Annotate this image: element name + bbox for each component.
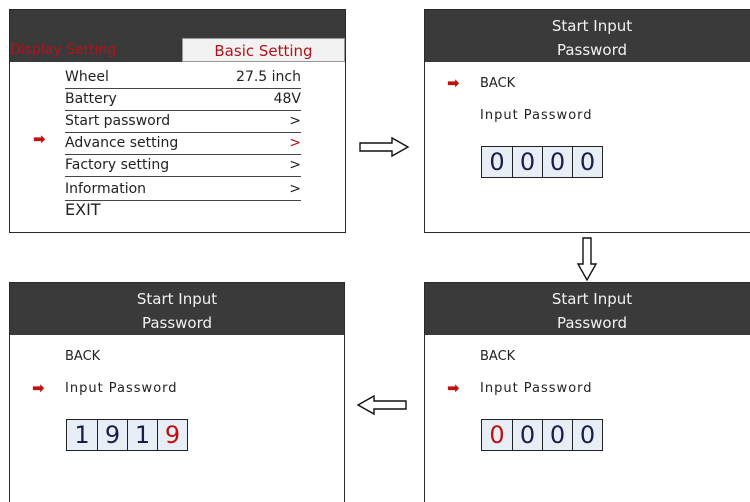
password-screen-editing: Start Input Password BACK ➡ Input Passwo… <box>424 282 750 502</box>
header-line-1: Start Input <box>551 17 633 35</box>
menu-row-label: Battery <box>65 91 117 107</box>
password-digit[interactable]: 0 <box>572 420 602 450</box>
flow-arrow-left-icon <box>356 394 407 416</box>
screen-header: Start Input Password <box>425 283 750 335</box>
exit-option[interactable]: EXIT <box>65 200 101 219</box>
header-line-1: Start Input <box>551 290 633 308</box>
flow-arrow-right-icon <box>359 136 410 158</box>
menu-row-value: > <box>289 113 301 129</box>
menu-row-factory-setting[interactable]: Factory setting > <box>65 154 301 177</box>
menu-row-label: Start password <box>65 113 171 129</box>
password-digit[interactable]: 0 <box>512 147 542 177</box>
password-screen-start: Start Input Password ➡ BACK Input Passwo… <box>424 9 750 233</box>
selection-arrow-icon: ➡ <box>33 130 46 148</box>
back-option[interactable]: BACK <box>480 76 515 91</box>
password-digits[interactable]: 0 0 0 0 <box>481 419 603 451</box>
selection-arrow-icon: ➡ <box>447 74 460 92</box>
header-line-2: Password <box>556 41 628 59</box>
tab-display-setting[interactable]: Display Setting <box>10 38 182 62</box>
tab-basic-setting[interactable]: Basic Setting <box>182 38 345 62</box>
menu-row-battery[interactable]: Battery 48V <box>65 88 301 111</box>
back-option[interactable]: BACK <box>65 349 100 364</box>
selection-arrow-icon: ➡ <box>32 379 45 397</box>
menu-row-value: > <box>289 157 301 173</box>
flow-arrow-down-icon <box>576 237 598 282</box>
menu-row-value: > <box>289 181 301 197</box>
title-bar <box>10 10 345 38</box>
input-password-option[interactable]: Input Password <box>480 381 593 396</box>
password-digit[interactable]: 1 <box>127 420 157 450</box>
password-digit[interactable]: 0 <box>482 147 512 177</box>
menu-row-information[interactable]: Information > <box>65 178 301 201</box>
password-digits[interactable]: 0 0 0 0 <box>481 146 603 178</box>
menu-row-label: Information <box>65 181 147 197</box>
basic-setting-screen: Display Setting Basic Setting Wheel 27.5… <box>9 9 346 233</box>
menu-row-value: > <box>289 135 301 151</box>
password-digit-active[interactable]: 0 <box>482 420 512 450</box>
menu-row-value: 27.5 inch <box>236 69 301 85</box>
screen-header: Start Input Password <box>10 283 344 335</box>
menu-row-label: Advance setting <box>65 135 179 151</box>
input-password-option[interactable]: Input Password <box>480 108 593 123</box>
menu-row-label: Wheel <box>65 69 109 85</box>
back-option[interactable]: BACK <box>480 349 515 364</box>
input-password-option[interactable]: Input Password <box>65 381 178 396</box>
password-digit[interactable]: 0 <box>542 147 572 177</box>
password-digit[interactable]: 9 <box>97 420 127 450</box>
password-digit[interactable]: 0 <box>542 420 572 450</box>
menu-row-value: 48V <box>273 91 301 107</box>
menu-row-wheel[interactable]: Wheel 27.5 inch <box>65 66 301 89</box>
header-line-1: Start Input <box>136 290 218 308</box>
menu-row-label: Factory setting <box>65 157 170 173</box>
password-digit[interactable]: 1 <box>67 420 97 450</box>
password-screen-entered: Start Input Password BACK ➡ Input Passwo… <box>9 282 345 502</box>
password-digit[interactable]: 0 <box>572 147 602 177</box>
selection-arrow-icon: ➡ <box>447 379 460 397</box>
header-line-2: Password <box>141 314 213 332</box>
header-line-2: Password <box>556 314 628 332</box>
password-digit-active[interactable]: 9 <box>157 420 187 450</box>
menu-row-start-password[interactable]: Start password > <box>65 110 301 133</box>
screen-header: Start Input Password <box>425 10 750 62</box>
password-digits[interactable]: 1 9 1 9 <box>66 419 188 451</box>
menu-row-advance-setting[interactable]: Advance setting > <box>65 132 301 155</box>
tab-bar: Display Setting Basic Setting <box>10 38 345 62</box>
password-digit[interactable]: 0 <box>512 420 542 450</box>
